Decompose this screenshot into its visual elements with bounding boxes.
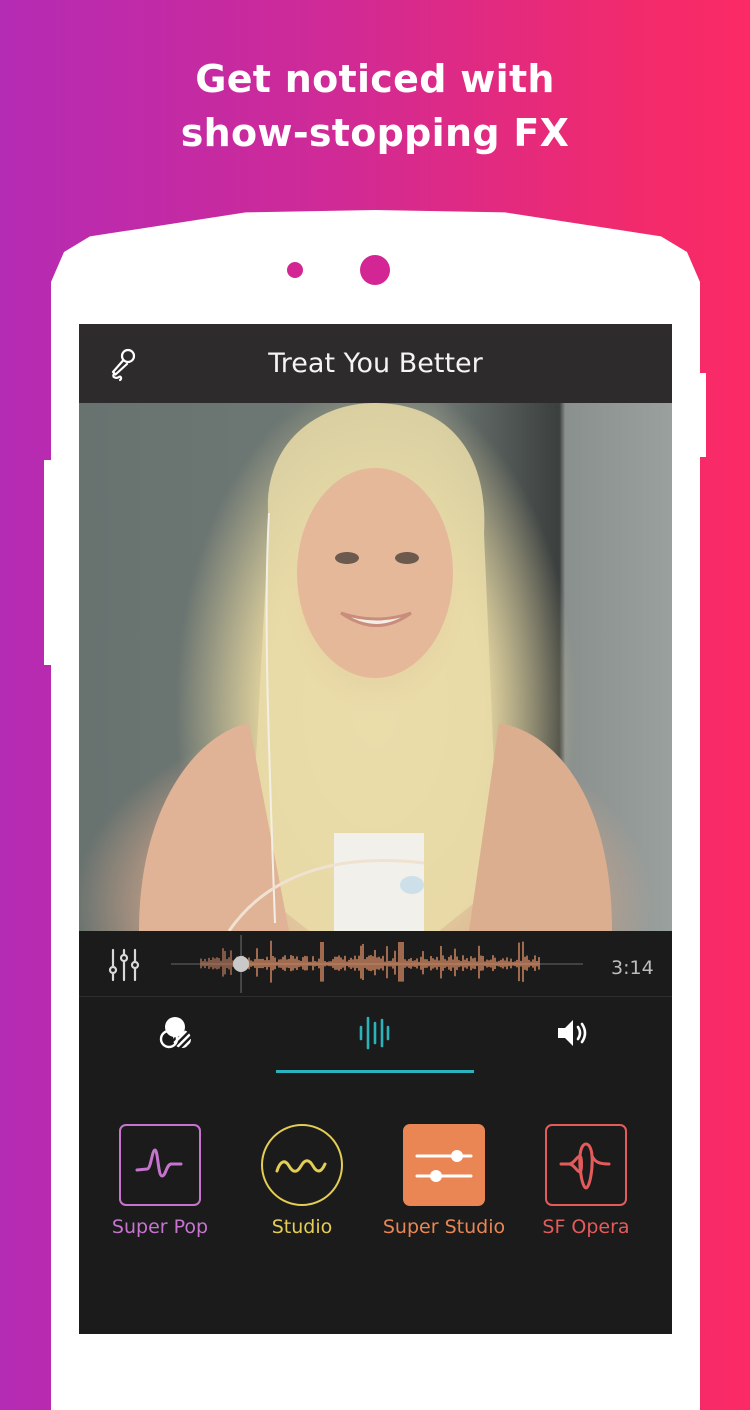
video-frame-illustration [139, 403, 612, 931]
vocal-blend-icon [159, 1017, 191, 1049]
waveform-bars-icon [359, 1016, 390, 1050]
tab-effects[interactable] [276, 997, 472, 1073]
phone-side-button-right [699, 373, 706, 457]
effect-sf-opera[interactable]: SF Opera [516, 1124, 656, 1264]
effect-studio[interactable]: Studio [232, 1124, 372, 1264]
sliders-icon [415, 1150, 473, 1182]
mixer-sliders-icon [108, 948, 140, 982]
studio-tile [261, 1124, 343, 1206]
headline-line-1: Get noticed with [195, 57, 555, 101]
studio-wave-icon [275, 1159, 327, 1173]
phone-camera [360, 255, 390, 285]
speaker-icon [558, 1020, 587, 1046]
playhead-knob [233, 956, 250, 972]
app-screen: Treat You Better 3:14 Super Pop Studio S… [79, 324, 672, 1334]
effect-label: SF Opera [542, 1216, 630, 1238]
super-studio-tile [403, 1124, 485, 1206]
fx-tab-bar [79, 997, 672, 1077]
phone-sensor [287, 262, 303, 278]
song-title: Treat You Better [268, 348, 483, 379]
effect-label: Super Pop [111, 1216, 209, 1238]
effect-label: Studio [271, 1216, 333, 1238]
effect-super-studio[interactable]: Super Studio [374, 1124, 514, 1264]
waveform-row: 3:14 [79, 931, 672, 997]
effect-label: Super Studio [382, 1216, 506, 1238]
tab-volume[interactable] [474, 997, 670, 1073]
mixer-button[interactable] [107, 947, 143, 983]
sf-opera-icon [559, 1142, 611, 1190]
track-duration: 3:14 [611, 957, 654, 979]
video-preview[interactable] [79, 403, 672, 931]
sf-opera-tile [545, 1124, 627, 1206]
phone-side-button-left [44, 460, 52, 665]
tab-vocal-blend[interactable] [79, 997, 275, 1073]
top-bar: Treat You Better [79, 324, 672, 403]
super-pop-tile [119, 1124, 201, 1206]
super-pop-icon [135, 1148, 183, 1178]
promo-headline: Get noticed with show-stopping FX [0, 52, 750, 160]
active-tab-indicator [276, 1070, 474, 1073]
headline-line-2: show-stopping FX [180, 111, 570, 155]
audio-waveform-scrubber[interactable] [171, 935, 583, 993]
effects-list: Super Pop Studio Super Studio SF Opera [79, 1124, 672, 1274]
effect-super-pop[interactable]: Super Pop [90, 1124, 230, 1264]
